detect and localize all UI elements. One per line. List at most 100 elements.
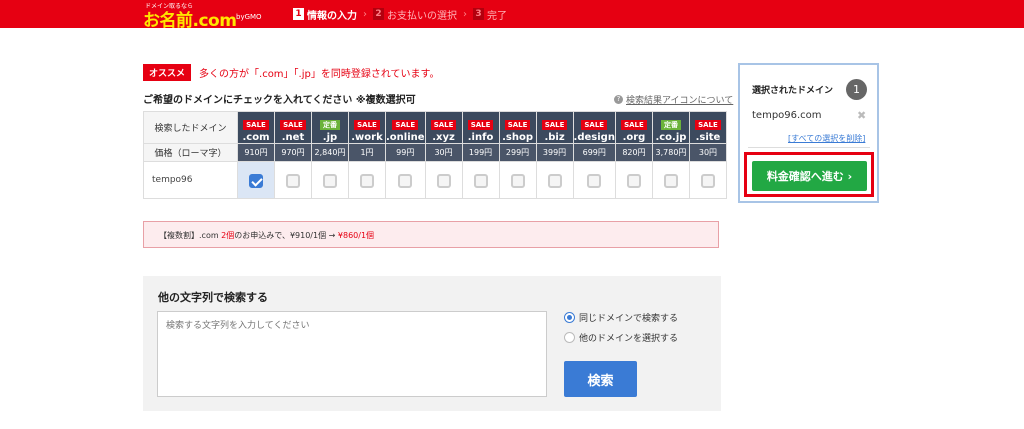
step-3-label: 完了 [487, 10, 507, 22]
multi-discount-prefix: 【複数割】.com [159, 231, 222, 240]
logo-text: お名前.com [143, 11, 237, 31]
checkbox-unchecked-icon[interactable] [626, 174, 641, 188]
step-1: 1 情報の入力 [293, 7, 357, 22]
other-search-section: 他の文字列で検索する 同じドメインで検索する 他のドメインを選択する 検索 [143, 276, 721, 411]
recommendation-banner: オススメ 多くの方が「.com」「.jp」を同時登録されています。 [143, 64, 440, 81]
domain-tld: .com [242, 132, 270, 143]
domain-tld: .biz [544, 132, 565, 143]
radio-same-domain[interactable]: 同じドメインで検索する [564, 311, 678, 324]
multi-discount-middle: のお申込みで、¥910/1個 → [234, 231, 338, 240]
onamae-logo[interactable]: ドメイン取るなら お名前.com byGMO [143, 0, 262, 31]
icon-help-link-text[interactable]: 検索結果アイコンについて [626, 93, 733, 106]
checkbox-unchecked-icon[interactable] [286, 174, 300, 188]
domain-column-header: SALE .site [688, 111, 727, 144]
radio-selected-icon[interactable] [564, 312, 575, 323]
domain-tld: .xyz [432, 132, 455, 143]
radio-other-domain[interactable]: 他のドメインを選択する [564, 331, 678, 344]
chevron-right-icon: › [463, 8, 467, 20]
domain-checkbox-cell[interactable] [274, 161, 312, 199]
checkbox-unchecked-icon[interactable] [700, 174, 715, 188]
checkbox-unchecked-icon[interactable] [510, 174, 525, 188]
domain-tld: .co.jp [655, 132, 687, 143]
checkbox-unchecked-icon[interactable] [436, 174, 451, 188]
checkbox-unchecked-icon[interactable] [663, 174, 678, 188]
selected-domains-title: 選択されたドメイン [752, 86, 834, 96]
domain-tld: .online [386, 132, 425, 143]
domain-price: 910円 [237, 143, 275, 162]
domain-checkbox-cell[interactable] [348, 161, 386, 199]
domain-price: 3,780円 [651, 143, 690, 162]
domain-tld: .jp [322, 132, 338, 143]
domain-tld: .org [622, 132, 646, 143]
recommend-tag: オススメ [143, 64, 192, 81]
price-label: 価格（ローマ字） [143, 143, 238, 162]
domain-badge: 定番 [660, 120, 681, 130]
domain-checkbox-cell[interactable] [614, 161, 653, 199]
domain-checkbox-cell[interactable] [498, 161, 537, 199]
step-2: 2 お支払いの選択 [373, 7, 457, 22]
domain-tld: .net [281, 132, 305, 143]
top-header-bar: ドメイン取るなら お名前.com byGMO 1 情報の入力 › 2 お支払いの… [0, 0, 1024, 31]
domain-checkbox-cell[interactable] [385, 161, 426, 199]
domain-checkbox-cell[interactable] [688, 161, 727, 199]
domain-badge: SALE [243, 120, 269, 130]
progress-steps: 1 情報の入力 › 2 お支払いの選択 › 3 完了 [293, 5, 507, 23]
icon-help-link[interactable]: ? 検索結果アイコンについて [614, 93, 733, 106]
domain-column-header: 定番 .co.jp [651, 111, 690, 144]
domain-column-header: SALE .com [237, 111, 275, 144]
domain-price: 699円 [572, 143, 616, 162]
domain-column-header: 定番 .jp [311, 111, 349, 144]
domain-select-instruction: ご希望のドメインにチェックを入れてください ※複数選択可 [143, 95, 416, 106]
checkbox-unchecked-icon[interactable] [547, 174, 562, 188]
radio-same-domain-label: 同じドメインで検索する [579, 314, 679, 324]
domain-checkbox-cell[interactable] [424, 161, 463, 199]
checkbox-unchecked-icon[interactable] [360, 174, 374, 188]
recommend-message: 多くの方が「.com」「.jp」を同時登録されています。 [199, 69, 440, 80]
searched-domain-label: 検索したドメイン [143, 111, 238, 144]
multi-discount-notice: 【複数割】.com 2個のお申込みで、¥910/1個 → ¥860/1個 [143, 221, 719, 248]
domain-checkbox-cell[interactable] [572, 161, 616, 199]
domain-tld: .shop [502, 132, 533, 143]
logo-gmo: byGMO [236, 13, 262, 21]
remove-domain-icon[interactable]: ✖ [857, 109, 866, 122]
domain-checkbox-cell[interactable] [311, 161, 349, 199]
checkbox-checked-icon[interactable] [249, 174, 263, 188]
proceed-to-pricing-button[interactable]: 料金確認へ進む › [752, 161, 867, 191]
domain-badge: SALE [504, 120, 531, 130]
search-string-input[interactable] [157, 311, 547, 397]
domain-price: 199円 [461, 143, 500, 162]
radio-unselected-icon[interactable] [564, 332, 575, 343]
domain-badge: SALE [621, 120, 647, 130]
domain-badge: SALE [695, 120, 721, 130]
search-button[interactable]: 検索 [564, 361, 637, 397]
step-3: 3 完了 [473, 7, 507, 22]
domain-price: 99円 [385, 143, 426, 162]
checkbox-unchecked-icon[interactable] [587, 174, 602, 188]
step-2-label: お支払いの選択 [387, 10, 457, 22]
selected-domain-item: tempo96.com [752, 110, 822, 121]
domain-price: 399円 [535, 143, 574, 162]
domain-badge: SALE [541, 120, 568, 130]
domain-column-header: SALE .xyz [424, 111, 463, 144]
multi-discount-count: 2個 [221, 231, 235, 240]
checkbox-unchecked-icon[interactable] [473, 174, 488, 188]
domain-column-header: SALE .work [348, 111, 386, 144]
domain-checkbox-cell[interactable] [651, 161, 690, 199]
domain-checkbox-cell[interactable] [535, 161, 574, 199]
domain-checkbox-cell[interactable] [461, 161, 500, 199]
checkbox-unchecked-icon[interactable] [398, 174, 413, 188]
step-1-number: 1 [293, 8, 304, 20]
domain-price: 30円 [688, 143, 727, 162]
other-search-title: 他の文字列で検索する [158, 291, 268, 304]
domain-price: 299円 [498, 143, 537, 162]
domain-checkbox-cell[interactable] [237, 161, 275, 199]
step-2-number: 2 [373, 8, 384, 20]
domain-badge: SALE [280, 120, 306, 130]
domain-badge: 定番 [320, 120, 340, 130]
domain-badge: SALE [467, 120, 494, 130]
domain-column-header: SALE .biz [535, 111, 574, 144]
domain-price: 2,840円 [311, 143, 349, 162]
domain-badge: SALE [392, 120, 419, 130]
checkbox-unchecked-icon[interactable] [323, 174, 337, 188]
remove-all-link[interactable]: [すべての選択を削除] [788, 133, 865, 144]
